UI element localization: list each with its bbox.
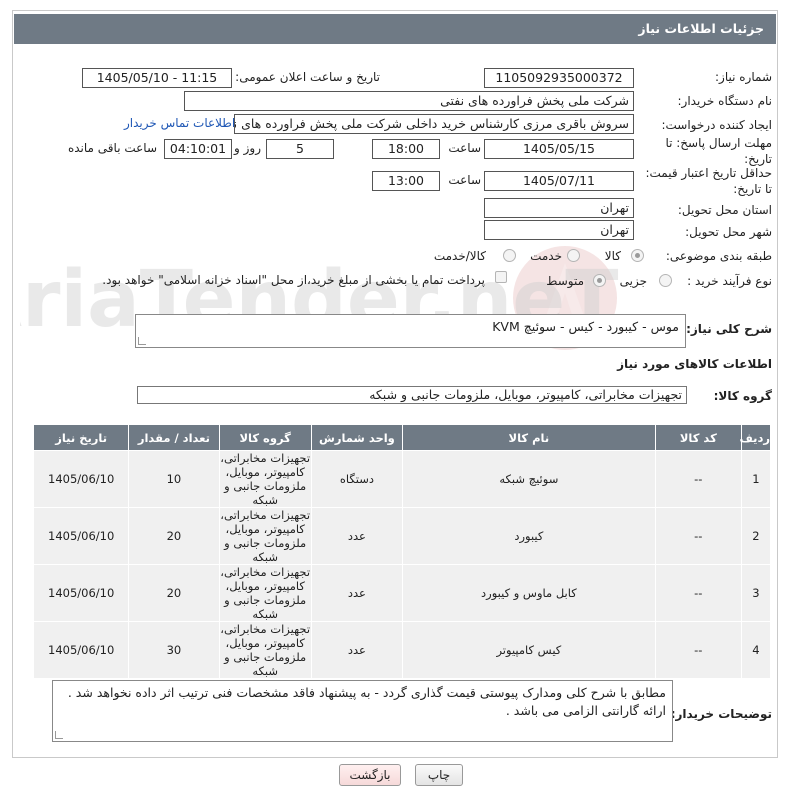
general-desc-textarea[interactable]: موس - کیبورد - کیس - سوئیچ KVM (135, 314, 686, 348)
cell-item-name: سوئیچ شبکه (402, 450, 656, 508)
goods-group-field: تجهیزات مخابراتی، کامپیوتر، موبایل، ملزو… (137, 386, 687, 404)
price-time-field: 13:00 (372, 171, 440, 191)
goods-info-title: اطلاعات کالاهای مورد نیاز (617, 357, 772, 371)
cell-unit: عدد (310, 621, 404, 679)
cell-item-code: -- (654, 621, 742, 679)
general-desc-label: شرح کلی نیاز: (686, 322, 772, 336)
cell-quantity: 30 (128, 621, 220, 679)
cell-item-name: کیس کامپیوتر (402, 621, 656, 679)
cell-row-number: 4 (740, 621, 772, 679)
process-option-medium: متوسط (546, 274, 584, 288)
price-validity-label: حداقل تاریخ اعتبار قیمت: (645, 166, 772, 180)
cell-quantity: 10 (128, 450, 220, 508)
cell-item-code: -- (654, 507, 742, 565)
category-option-goods-service: کالا/خدمت (433, 249, 486, 263)
cell-item-name: کیبورد (402, 507, 656, 565)
province-label: استان محل تحویل: (677, 203, 772, 217)
announce-label: تاریخ و ساعت اعلان عمومی: (235, 70, 380, 84)
general-desc-text: موس - کیبورد - کیس - سوئیچ KVM (492, 319, 679, 334)
cell-item-code: -- (654, 564, 742, 622)
cell-quantity: 20 (128, 507, 220, 565)
table-row: 4 -- کیس کامپیوتر عدد تجهیزات مخابراتی، … (32, 621, 772, 679)
col-header-need-date: تاریخ نیاز (32, 424, 130, 451)
cell-group: تجهیزات مخابراتی، کامپیوتر، موبایل، ملزو… (218, 621, 312, 679)
table-row: 1 -- سوئیچ شبکه دستگاه تجهیزات مخابراتی،… (32, 450, 772, 508)
cell-group: تجهیزات مخابراتی، کامپیوتر، موبایل، ملزو… (218, 507, 312, 565)
city-field: تهران (484, 220, 634, 240)
city-label: شهر محل تحویل: (685, 225, 772, 239)
col-header-row-number: ردیف (739, 424, 772, 451)
process-radio-minor[interactable] (659, 274, 672, 287)
table-row: 2 -- کیبورد عدد تجهیزات مخابراتی، کامپیو… (32, 507, 772, 565)
payment-checkbox[interactable] (495, 271, 507, 283)
remaining-time-field: 04:10:01 (164, 139, 232, 159)
process-label: نوع فرآیند خرید : (687, 274, 772, 288)
buyer-contact-link[interactable]: اطلاعات تماس خریدار (124, 116, 235, 130)
col-header-item-name: نام کالا (402, 424, 656, 451)
process-radio-medium[interactable] (593, 274, 606, 287)
cell-need-date: 1405/06/10 (32, 564, 130, 622)
col-header-unit: واحد شمارش (310, 424, 404, 451)
category-option-service: خدمت (530, 249, 562, 263)
cell-need-date: 1405/06/10 (32, 621, 130, 679)
back-button[interactable]: بازگشت (339, 764, 401, 786)
cell-need-date: 1405/06/10 (32, 450, 130, 508)
process-option-minor: جزیی (619, 274, 647, 288)
cell-row-number: 1 (740, 450, 772, 508)
reply-time-label: ساعت (448, 141, 481, 155)
reply-deadline-label: مهلت ارسال پاسخ: تا (665, 136, 772, 150)
reply-time-field: 18:00 (372, 139, 440, 159)
buyer-org-label: نام دستگاه خریدار: (677, 94, 773, 108)
creator-field: سروش باقری مرزی کارشناس خرید داخلی شرکت … (234, 114, 634, 134)
buyer-org-field: شرکت ملی پخش فراورده های نفتی (184, 91, 634, 111)
cell-unit: دستگاه (310, 450, 404, 508)
reply-date-field: 1405/05/15 (484, 139, 634, 159)
cell-row-number: 3 (740, 564, 772, 622)
category-label: طبقه بندی موضوعی: (665, 249, 772, 263)
cell-unit: عدد (310, 564, 404, 622)
announce-field: 1405/05/10 - 11:15 (82, 68, 232, 88)
goods-table: ردیف کد کالا نام کالا واحد شمارش گروه کا… (32, 424, 772, 679)
price-time-label: ساعت (448, 173, 481, 187)
province-field: تهران (484, 198, 634, 218)
col-header-item-code: کد کالا (654, 424, 742, 451)
cell-row-number: 2 (740, 507, 772, 565)
print-button[interactable]: چاپ (415, 764, 463, 786)
category-option-goods: کالا (604, 249, 621, 263)
cell-item-name: کابل ماوس و کیبورد (402, 564, 656, 622)
days-label: روز و (234, 141, 261, 155)
price-date-field: 1405/07/11 (484, 171, 634, 191)
resize-grip-icon[interactable] (138, 337, 146, 345)
cell-item-code: -- (654, 450, 742, 508)
goods-group-label: گروه کالا: (713, 389, 772, 403)
remaining-label: ساعت باقی مانده (67, 141, 157, 155)
buyer-notes-text: مطابق با شرح کلی ومدارک پیوستی قیمت گذار… (67, 685, 666, 718)
reply-deadline-label-2: تاریخ: (744, 152, 772, 166)
creator-label: ایجاد کننده درخواست: (661, 118, 772, 132)
payment-note: پرداخت تمام یا بخشی از مبلغ خرید،از محل … (102, 273, 485, 287)
buyer-notes-label: توضیحات خریدار: (670, 707, 772, 721)
cell-need-date: 1405/06/10 (32, 507, 130, 565)
need-number-field: 1105092935000372 (484, 68, 634, 88)
col-header-quantity: تعداد / مقدار (128, 424, 220, 451)
days-field: 5 (266, 139, 334, 159)
category-radio-goods-service[interactable] (503, 249, 516, 262)
page-title: جزئیات اطلاعات نیاز (14, 14, 776, 44)
col-header-group: گروه کالا (218, 424, 312, 451)
table-header-row: ردیف کد کالا نام کالا واحد شمارش گروه کا… (32, 424, 772, 451)
category-radio-service[interactable] (567, 249, 580, 262)
cell-quantity: 20 (128, 564, 220, 622)
price-validity-label-2: تا تاریخ: (733, 182, 772, 196)
category-radio-goods[interactable] (631, 249, 644, 262)
table-row: 3 -- کابل ماوس و کیبورد عدد تجهیزات مخاب… (32, 564, 772, 622)
resize-grip-icon[interactable] (55, 731, 63, 739)
buyer-notes-textarea[interactable]: مطابق با شرح کلی ومدارک پیوستی قیمت گذار… (52, 680, 673, 742)
cell-group: تجهیزات مخابراتی، کامپیوتر، موبایل، ملزو… (218, 450, 312, 508)
cell-unit: عدد (310, 507, 404, 565)
cell-group: تجهیزات مخابراتی، کامپیوتر، موبایل، ملزو… (218, 564, 312, 622)
need-number-label: شماره نیاز: (715, 70, 772, 84)
